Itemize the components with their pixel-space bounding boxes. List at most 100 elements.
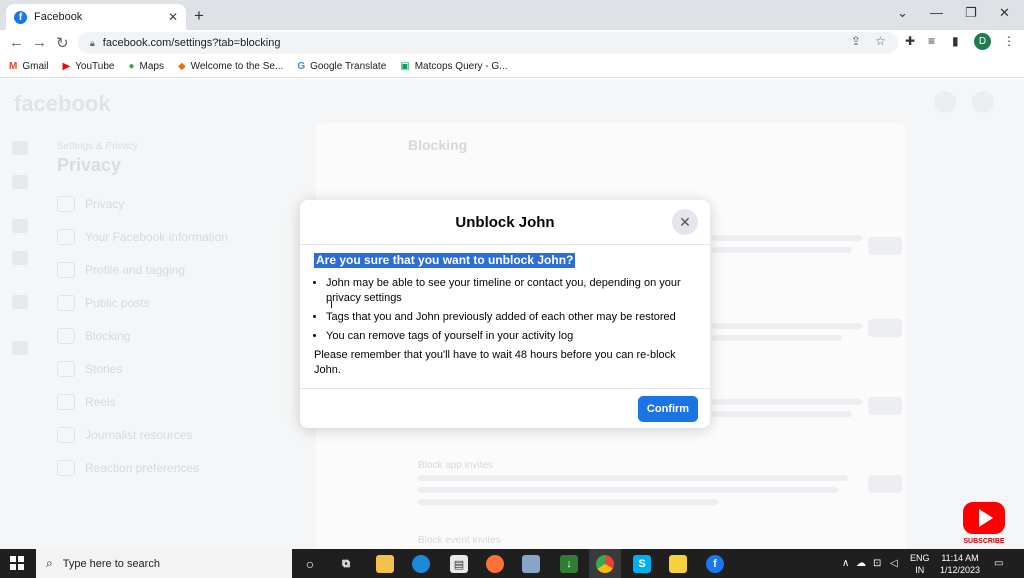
lock-icon (57, 196, 75, 212)
network-icon[interactable]: ⊡ (873, 558, 881, 569)
blocking-heading: Blocking (408, 137, 468, 153)
chrome-icon[interactable] (596, 555, 614, 573)
marketplace-icon (12, 251, 28, 265)
reels-icon (57, 394, 75, 410)
google-translate-icon: G (297, 61, 306, 72)
subscribe-label: SUBSCRIBE (963, 538, 1005, 545)
gaming-icon (12, 341, 28, 355)
windows-start-icon[interactable] (10, 556, 24, 570)
store-icon[interactable]: ▤ (450, 555, 468, 573)
media-controls-icon[interactable]: ≡ (928, 34, 935, 48)
home-icon (12, 141, 28, 155)
back-arrow-icon[interactable]: ← (9, 34, 24, 51)
windows-taskbar: ⌕ Type here to search ○ ⧉ ▤ ↓ S f ∧ ☁ ⊡ … (0, 549, 1024, 578)
edit-button-placeholder (868, 475, 902, 493)
browser-menu-icon[interactable]: ⋮ (1003, 34, 1015, 48)
notes-app-icon[interactable] (522, 555, 540, 573)
browser-tab[interactable]: f Facebook ✕ (6, 4, 186, 30)
lock-icon: 🔒︎ (90, 37, 95, 48)
block-event-invites-label: Block event invites (418, 535, 501, 546)
tab-search-icon[interactable]: ⌄ (897, 5, 908, 21)
close-dialog-icon[interactable]: ✕ (672, 209, 698, 235)
text-cursor-icon: I (330, 299, 334, 311)
download-app-icon[interactable]: ↓ (560, 555, 578, 573)
skype-icon[interactable]: S (633, 555, 651, 573)
friends-icon (12, 219, 28, 233)
bookmarks-bar: M Gmail ▶ YouTube ● Maps ◆ Welcome to the Se… (0, 56, 1024, 78)
facebook-favicon-icon: f (14, 10, 27, 24)
watch-icon (12, 175, 28, 189)
dialog-title: Unblock John (455, 213, 555, 231)
minimize-button[interactable]: — (930, 5, 943, 20)
restore-button[interactable]: ❐ (965, 5, 977, 21)
nav-facebook-information: Your Facebook information (57, 229, 228, 245)
file-explorer-icon[interactable] (376, 555, 394, 573)
reblock-note: Please remember that you'll have to wait… (314, 349, 676, 376)
notification-center-icon[interactable]: ▭ (994, 558, 1003, 569)
journalist-icon (57, 427, 75, 443)
edit-button-placeholder (868, 397, 902, 415)
settings-breadcrumb: Settings & Privacy (57, 141, 139, 152)
bookmark-google-translate[interactable]: G Google Translate (297, 61, 386, 72)
close-window-button[interactable]: ✕ (999, 5, 1010, 21)
notifications-icon (934, 91, 956, 113)
new-tab-button[interactable]: + (194, 6, 204, 26)
task-view-icon[interactable]: ⧉ (337, 555, 355, 573)
show-hidden-icons-icon[interactable]: ∧ (842, 558, 849, 569)
reload-icon[interactable]: ↻ (56, 34, 69, 52)
taskbar-search-box[interactable]: ⌕ Type here to search (36, 549, 292, 578)
dialog-body: Are you sure that you want to unblock Jo… (300, 245, 710, 378)
placeholder-line (418, 499, 718, 505)
address-bar[interactable]: 🔒︎ facebook.com/settings?tab=blocking (78, 32, 898, 54)
extensions-icon[interactable]: ✚ (905, 34, 915, 48)
unblock-question: Are you sure that you want to unblock Jo… (314, 253, 576, 268)
facebook-logo: facebook (14, 91, 111, 116)
screen: f Facebook ✕ + ⌄ — ❐ ✕ ← → ↻ 🔒︎ facebook… (0, 0, 1024, 578)
bookmark-welcome[interactable]: ◆ Welcome to the Se... (178, 61, 283, 72)
nav-stories: Stories (57, 361, 122, 377)
cortana-icon[interactable]: ○ (301, 555, 319, 573)
search-icon: ⌕ (46, 556, 53, 570)
onedrive-icon[interactable]: ☁ (856, 558, 866, 569)
search-placeholder: Type here to search (62, 557, 160, 570)
bookmark-youtube[interactable]: ▶ YouTube (62, 61, 114, 72)
edge-icon[interactable] (412, 555, 430, 573)
confirm-button[interactable]: Confirm (638, 396, 698, 422)
bookmark-maps[interactable]: ● Maps (128, 61, 164, 72)
side-panel-icon[interactable]: ▮ (952, 34, 959, 48)
youtube-icon: ▶ (62, 61, 71, 72)
language-indicator[interactable]: ENG IN (910, 552, 930, 576)
tab-strip: f Facebook ✕ + ⌄ — ❐ ✕ (0, 0, 1024, 30)
subscribe-badge[interactable]: SUBSCRIBE (962, 502, 1006, 546)
nav-privacy: Privacy (57, 196, 124, 212)
profile-avatar[interactable]: D (974, 33, 991, 50)
gmail-icon: M (9, 61, 18, 72)
block-icon (57, 328, 75, 344)
browser-toolbar: ← → ↻ 🔒︎ facebook.com/settings?tab=block… (0, 30, 1024, 56)
taskbar-clock[interactable]: 11:14 AM 1/12/2023 (934, 552, 986, 576)
firefox-icon[interactable] (486, 555, 504, 573)
nav-reaction-preferences: Reaction preferences (57, 460, 199, 476)
posts-icon (57, 295, 75, 311)
nav-reels: Reels (57, 394, 116, 410)
bookmark-matcops-query[interactable]: ▣ Matcops Query - G... (400, 61, 507, 72)
forward-arrow-icon[interactable]: → (32, 34, 47, 51)
share-icon[interactable]: ⇪ (851, 34, 861, 48)
nav-blocking: Blocking (57, 328, 130, 344)
list-item: John may be able to see your timeline or… (326, 276, 696, 306)
tab-title: Facebook (34, 11, 83, 23)
reaction-icon (57, 460, 75, 476)
url-text: facebook.com/settings?tab=blocking (102, 37, 281, 49)
stories-icon (57, 361, 75, 377)
volume-icon[interactable]: ◁ (890, 558, 898, 569)
facebook-icon (57, 229, 75, 245)
bookmark-gmail[interactable]: M Gmail (9, 61, 48, 72)
placeholder-line (712, 323, 862, 329)
tab-close-icon[interactable]: ✕ (168, 10, 178, 24)
facebook-app-icon[interactable]: f (706, 555, 724, 573)
sticky-notes-icon[interactable] (669, 555, 687, 573)
placeholder-line (418, 487, 838, 493)
placeholder-line (712, 247, 852, 253)
placeholder-line (418, 475, 848, 481)
bookmark-star-icon[interactable]: ☆ (875, 34, 886, 48)
